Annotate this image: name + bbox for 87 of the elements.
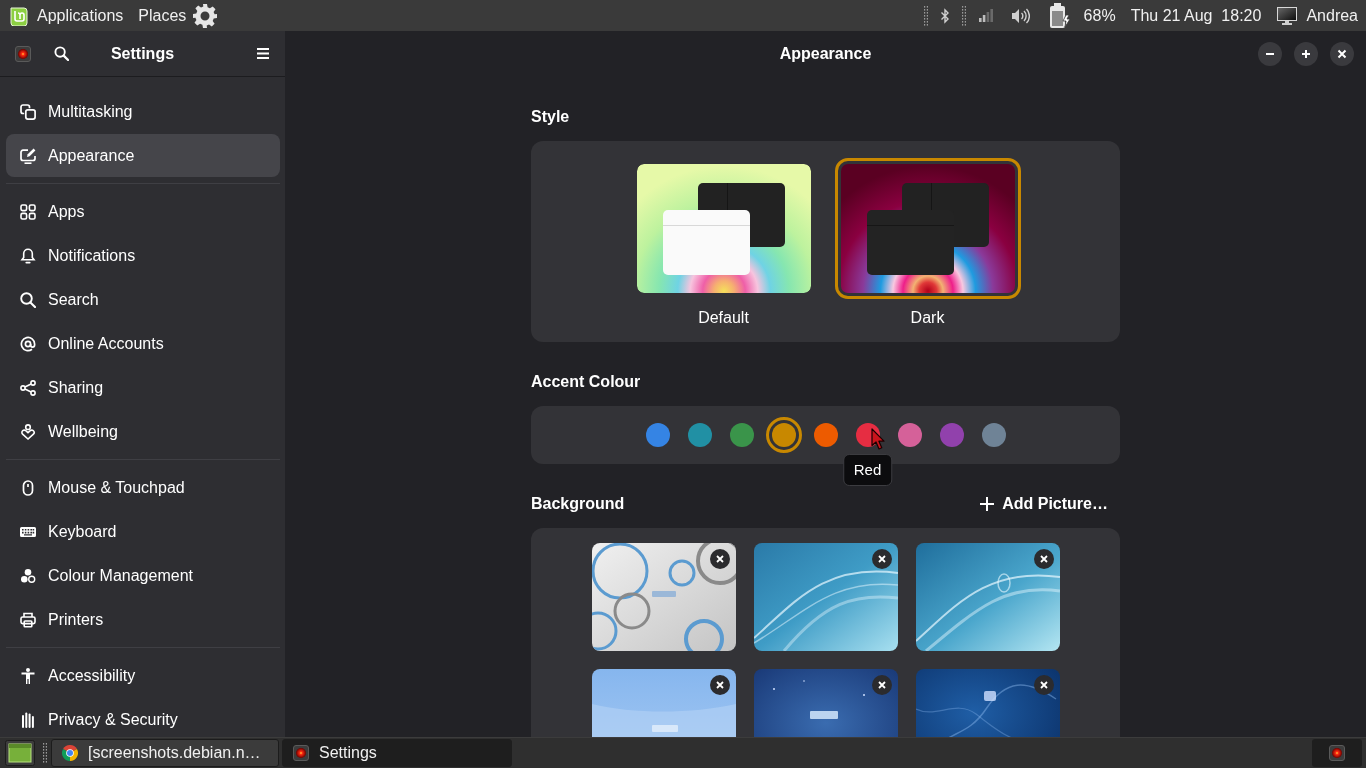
style-label: Default [698,309,749,327]
bell-icon [20,247,36,264]
tray-button[interactable] [1312,739,1362,767]
taskbar-button[interactable]: [screenshots.debian.n… [51,739,279,767]
accent-swatch-icon[interactable] [765,417,802,453]
grid-icon [20,203,36,220]
user-name[interactable]: Andrea [1306,6,1358,25]
wallpaper-thumbnail[interactable] [915,543,1060,651]
tooltip: Red [842,454,893,486]
accent-swatch-icon[interactable] [981,423,1006,447]
drag-handle-icon [923,5,928,26]
section-heading: Background [531,495,625,513]
sidebar-title: Settings [110,44,175,63]
maximize-button[interactable] [1294,42,1318,66]
sidebar-item[interactable]: Online Accounts [6,322,280,365]
accent-swatch-icon[interactable] [729,423,754,447]
battery-icon[interactable] [1048,2,1071,29]
sidebar-item[interactable]: Search [6,278,280,321]
sidebar-item[interactable]: Sharing [6,366,280,409]
lens-icon [15,45,31,62]
circles-icon [20,567,36,584]
panel-menu[interactable]: Applications [37,6,124,25]
lens-icon [293,745,309,761]
section-heading: Accent Colour [531,373,642,391]
plus-icon [1301,49,1311,59]
search-icon[interactable] [54,46,69,61]
menu-icon[interactable] [257,48,269,59]
close-icon [1337,49,1347,59]
close-icon [1039,681,1048,689]
sidebar-item[interactable]: Notifications [6,234,280,277]
search-icon [20,291,36,308]
sidebar-item[interactable]: Multitasking [6,90,280,133]
overlapping-squares-icon [20,103,36,120]
taskbar-button[interactable]: Settings [282,739,512,767]
accent-swatch-icon[interactable] [645,423,670,447]
minimize-button[interactable] [1258,42,1282,66]
drag-handle-icon [43,743,47,763]
sidebar-item[interactable]: Mouse & Touchpad [6,466,280,509]
sidebar-item[interactable]: Keyboard [6,510,280,553]
accent-swatch-icon[interactable] [939,423,964,447]
at-sign-icon [20,335,36,352]
sidebar-item[interactable]: Wellbeing [6,410,280,453]
signal-icon[interactable] [978,9,993,22]
sidebar-item[interactable]: Privacy & Security [6,698,280,737]
logo-icon[interactable] [10,5,28,26]
sidebar-item[interactable]: Printers [6,598,280,641]
wallpaper-thumbnail[interactable] [753,543,898,651]
wallpaper-thumbnail[interactable] [591,543,736,651]
show-desktop-icon[interactable] [5,740,35,766]
close-icon [1039,555,1048,563]
mouse-icon [20,479,36,496]
plus-icon [980,497,995,511]
close-icon [877,555,886,563]
battery-percentage: 68% [1083,6,1116,25]
close-icon [715,681,724,689]
person-heart-icon [20,423,36,440]
bluetooth-icon[interactable] [940,7,949,24]
section-heading: Style [531,108,571,126]
sidebar-item[interactable]: Appearance [6,134,280,177]
close-icon [715,555,724,563]
close-button[interactable] [1330,42,1354,66]
sidebar-item[interactable]: Colour Management [6,554,280,597]
accent-swatch-icon[interactable] [687,423,712,447]
lens-icon [1329,745,1345,761]
monitor-icon[interactable] [1277,6,1298,25]
style-label: Dark [910,309,945,327]
gear-icon[interactable] [193,3,218,28]
close-icon [877,681,886,689]
accent-swatch-icon[interactable] [813,423,838,447]
hand-icon [20,711,36,728]
light-style-thumbnail[interactable] [636,164,811,293]
window-title: Appearance [779,45,872,63]
clock[interactable]: Thu 21 Aug 18:20 [1130,6,1262,25]
screen-pen-icon [20,147,36,164]
dark-style-thumbnail[interactable] [834,158,1021,299]
panel-menu[interactable]: Places [138,6,187,25]
browser-icon [62,745,78,761]
drag-handle-icon [961,5,966,26]
printer-icon [20,611,36,628]
accent-swatch-icon[interactable] [897,423,922,447]
person-icon [20,667,36,684]
add-picture-button[interactable]: Add Picture… [980,495,1108,513]
share-icon [20,379,36,396]
sidebar-item[interactable]: Accessibility [6,654,280,697]
sidebar-item[interactable]: Apps [6,190,280,233]
volume-icon[interactable] [1011,7,1030,24]
pointer-cursor-icon [870,428,885,451]
